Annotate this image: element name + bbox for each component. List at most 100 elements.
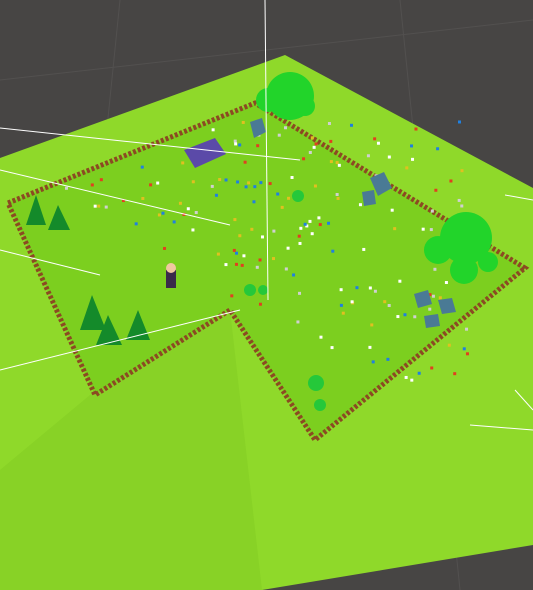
prop-icon xyxy=(178,201,182,205)
prop-icon xyxy=(327,221,331,225)
prop-icon xyxy=(312,145,316,149)
prop-icon xyxy=(283,126,287,130)
prop-icon xyxy=(233,218,237,222)
prop-icon xyxy=(242,254,246,258)
prop-icon xyxy=(93,204,97,208)
prop-icon xyxy=(298,291,302,295)
rock-icon xyxy=(362,190,376,206)
prop-icon xyxy=(310,136,314,140)
prop-icon xyxy=(104,205,108,209)
prop-icon xyxy=(272,229,276,233)
prop-icon xyxy=(211,128,215,132)
prop-icon xyxy=(453,372,457,376)
bush-icon xyxy=(258,285,268,295)
prop-icon xyxy=(329,139,333,143)
prop-icon xyxy=(280,205,284,209)
prop-icon xyxy=(90,183,94,187)
prop-icon xyxy=(387,155,391,159)
tree-icon xyxy=(450,256,478,284)
prop-icon xyxy=(258,302,262,306)
prop-icon xyxy=(253,185,257,189)
prop-icon xyxy=(194,211,198,215)
tree-icon xyxy=(478,252,498,272)
prop-icon xyxy=(355,286,359,290)
prop-icon xyxy=(396,315,400,319)
prop-icon xyxy=(156,181,160,185)
prop-icon xyxy=(252,200,256,204)
prop-icon xyxy=(404,375,408,379)
prop-icon xyxy=(362,247,366,251)
prop-icon xyxy=(258,258,262,262)
prop-icon xyxy=(387,304,391,308)
prop-icon xyxy=(172,220,176,224)
bush-icon xyxy=(308,375,324,391)
prop-icon xyxy=(97,204,101,208)
prop-icon xyxy=(457,198,461,202)
scene-canvas[interactable] xyxy=(0,0,533,590)
prop-icon xyxy=(241,120,245,124)
prop-icon xyxy=(191,180,195,184)
prop-icon xyxy=(214,193,218,197)
prop-icon xyxy=(335,161,339,165)
prop-icon xyxy=(413,315,417,319)
prop-icon xyxy=(341,311,345,315)
prop-icon xyxy=(268,182,272,186)
prop-icon xyxy=(339,303,343,307)
prop-icon xyxy=(240,263,244,267)
prop-icon xyxy=(457,120,461,124)
prop-icon xyxy=(358,203,362,207)
prop-icon xyxy=(250,227,254,231)
prop-icon xyxy=(224,178,228,182)
prop-icon xyxy=(210,184,214,188)
prop-icon xyxy=(244,185,248,189)
prop-icon xyxy=(287,196,291,200)
prop-icon xyxy=(438,296,442,300)
prop-icon xyxy=(224,263,228,267)
prop-icon xyxy=(314,142,318,146)
prop-icon xyxy=(310,232,314,236)
prop-icon xyxy=(260,235,264,239)
prop-icon xyxy=(296,320,300,324)
prop-icon xyxy=(410,378,414,382)
prop-icon xyxy=(433,267,437,271)
prop-icon xyxy=(370,323,374,327)
prop-icon xyxy=(460,204,464,208)
prop-icon xyxy=(256,144,260,148)
prop-icon xyxy=(329,160,333,164)
prop-icon xyxy=(317,216,321,220)
prop-icon xyxy=(234,142,238,146)
tree-icon xyxy=(256,88,280,112)
character-icon[interactable] xyxy=(166,263,176,288)
prop-icon xyxy=(430,366,434,370)
prop-icon xyxy=(161,211,165,215)
prop-icon xyxy=(218,178,222,182)
prop-icon xyxy=(235,251,239,255)
prop-icon xyxy=(233,139,237,143)
prop-icon xyxy=(297,234,301,238)
prop-icon xyxy=(308,150,312,154)
bush-icon xyxy=(244,284,256,296)
prop-icon xyxy=(64,186,68,190)
prop-icon xyxy=(303,222,307,226)
tree-icon xyxy=(424,236,452,264)
prop-icon xyxy=(403,313,407,317)
prop-icon xyxy=(313,184,317,188)
prop-icon xyxy=(376,141,380,145)
prop-icon xyxy=(276,192,280,196)
prop-icon xyxy=(238,143,242,147)
prop-icon xyxy=(181,161,185,165)
prop-icon xyxy=(368,286,372,290)
prop-icon xyxy=(444,281,448,285)
prop-icon xyxy=(383,300,387,304)
scene-view[interactable] xyxy=(0,0,533,590)
prop-icon xyxy=(191,228,195,232)
prop-icon xyxy=(436,147,440,151)
prop-icon xyxy=(299,226,303,230)
prop-icon xyxy=(398,279,402,283)
prop-icon xyxy=(434,188,438,192)
prop-icon xyxy=(349,123,353,127)
prop-icon xyxy=(337,163,341,167)
prop-icon xyxy=(157,213,161,217)
prop-icon xyxy=(410,144,414,148)
prop-icon xyxy=(277,133,281,137)
